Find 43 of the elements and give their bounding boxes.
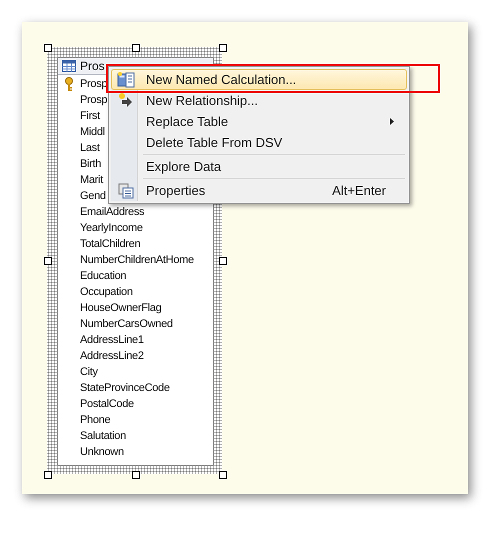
menu-item[interactable]: New Named Calculation... (111, 69, 407, 90)
menu-item[interactable]: New Relationship... (111, 90, 407, 111)
column-name[interactable]: NumberChildrenAtHome (80, 254, 194, 266)
menu-item[interactable]: Delete Table From DSV (111, 132, 407, 153)
column-name[interactable]: Marit (80, 174, 103, 186)
column-name[interactable]: AddressLine1 (80, 334, 144, 346)
properties-icon (118, 182, 134, 198)
column-name[interactable]: Gend (80, 190, 106, 202)
resize-handle[interactable] (132, 471, 140, 479)
column-name[interactable]: Education (80, 270, 126, 282)
column-name[interactable]: TotalChildren (80, 238, 140, 250)
column-name[interactable]: First (80, 110, 100, 122)
resize-handle[interactable] (219, 257, 227, 265)
column-name[interactable]: Prosp (80, 94, 108, 106)
column-name[interactable]: HouseOwnerFlag (80, 302, 162, 314)
column-name[interactable]: Birth (80, 158, 102, 170)
table-name: Pros (80, 59, 105, 73)
column-name[interactable]: YearlyIncome (80, 222, 143, 234)
calculator-icon (117, 72, 135, 88)
column-name[interactable]: PostalCode (80, 398, 134, 410)
column-name[interactable]: StateProvinceCode (80, 382, 170, 394)
column-name[interactable]: Unknown (80, 446, 124, 458)
resize-handle[interactable] (44, 44, 52, 52)
column-name[interactable]: EmailAddress (80, 206, 144, 218)
column-name[interactable]: NumberCarsOwned (80, 318, 173, 330)
shortcut-label: Alt+Enter (332, 183, 387, 198)
resize-handle[interactable] (44, 471, 52, 479)
menu-item[interactable]: Explore Data (111, 156, 407, 177)
resize-handle[interactable] (219, 471, 227, 479)
resize-handle[interactable] (44, 257, 52, 265)
arrow-icon (118, 92, 134, 108)
column-name[interactable]: Phone (80, 414, 110, 426)
column-name[interactable]: Middl (80, 126, 105, 138)
resize-handle[interactable] (132, 44, 140, 52)
table-icon (62, 60, 76, 72)
menu-item[interactable]: Properties Alt+Enter (111, 180, 407, 201)
column-name[interactable]: Occupation (80, 286, 133, 298)
column-name[interactable]: AddressLine2 (80, 350, 144, 362)
column-name[interactable]: Last (80, 142, 100, 154)
menu-item[interactable]: Replace Table (111, 111, 407, 132)
resize-handle[interactable] (219, 44, 227, 52)
column-name[interactable]: Salutation (80, 430, 126, 442)
column-name[interactable]: City (80, 366, 98, 378)
